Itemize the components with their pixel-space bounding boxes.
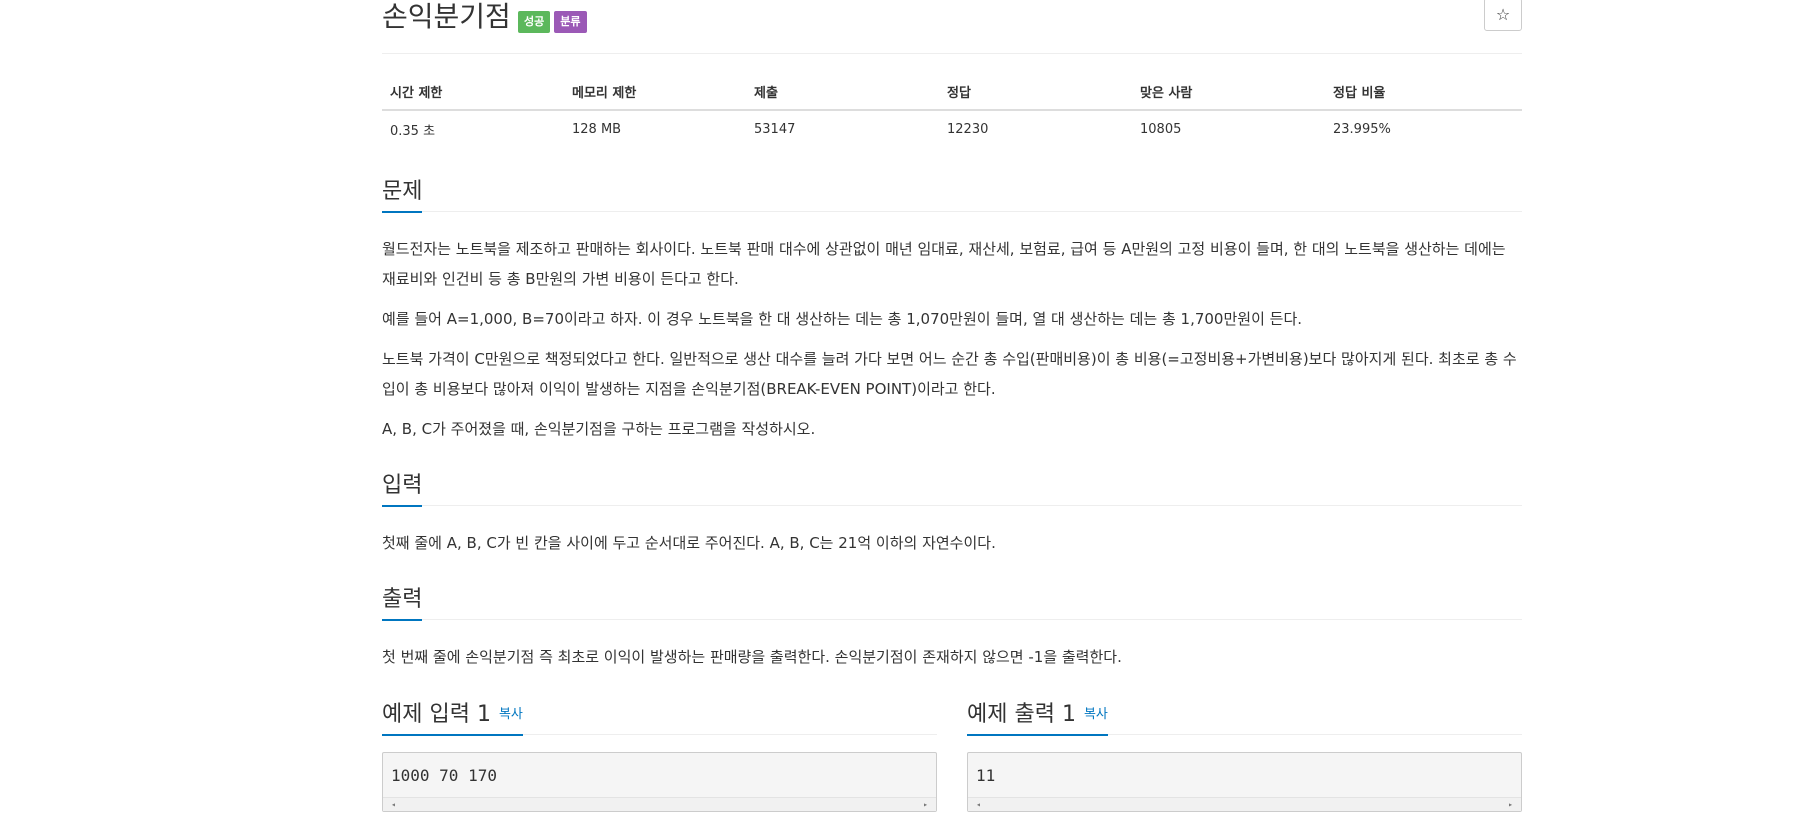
sample-output-headline: 예제 출력 1 복사 — [967, 698, 1522, 736]
sample-input-text: 1000 70 170 — [391, 766, 497, 785]
sample-output-copy-button[interactable]: 복사 — [1084, 707, 1108, 722]
input-heading: 입력 — [382, 471, 423, 507]
info-value-solved-users[interactable]: 10805 — [1132, 110, 1325, 148]
problem-paragraph: 예를 들어 A=1,000, B=70이라고 하자. 이 경우 노트북을 한 대… — [382, 310, 1303, 328]
problem-paragraph: 월드전자는 노트북을 제조하고 판매하는 회사이다. 노트북 판매 대수에 상관… — [382, 240, 1506, 288]
problem-labels: 성공 분류 — [518, 11, 587, 33]
info-header-accepted: 정답 — [939, 76, 1132, 111]
scroll-left-icon[interactable]: ◂ — [391, 800, 396, 809]
problem-heading: 문제 — [382, 177, 423, 213]
star-icon: ☆ — [1495, 5, 1511, 24]
output-section: 출력 첫 번째 줄에 손익분기점 즉 최초로 이익이 발생하는 판매량을 출력한… — [382, 583, 1522, 672]
problem-paragraph: A, B, C가 주어졌을 때, 손익분기점을 구하는 프로그램을 작성하시오. — [382, 420, 816, 438]
sample-input-title: 예제 입력 1 — [382, 702, 491, 727]
info-header-time-limit: 시간 제한 — [382, 76, 564, 111]
problem-paragraph: 노트북 가격이 C만원으로 책정되었다고 한다. 일반적으로 생산 대수를 늘려… — [382, 350, 1517, 398]
success-badge[interactable]: 성공 — [518, 11, 551, 33]
info-header-accept-ratio: 정답 비율 — [1325, 76, 1522, 111]
sample-input-scrollbar[interactable]: ◂ ▸ — [383, 797, 936, 811]
sample-input-code[interactable]: 1000 70 170 ◂ ▸ — [382, 752, 937, 812]
info-value-submissions[interactable]: 53147 — [746, 110, 939, 148]
input-section: 입력 첫째 줄에 A, B, C가 빈 칸을 사이에 두고 순서대로 주어진다.… — [382, 469, 1522, 558]
problem-section: 문제 월드전자는 노트북을 제조하고 판매하는 회사이다. 노트북 판매 대수에… — [382, 175, 1522, 444]
favorite-star-button[interactable]: ☆ — [1484, 0, 1522, 31]
classify-badge[interactable]: 분류 — [554, 11, 587, 33]
output-description: 첫 번째 줄에 손익분기점 즉 최초로 이익이 발생하는 판매량을 출력한다. … — [382, 648, 1122, 666]
info-value-memory-limit: 128 MB — [572, 122, 622, 137]
problem-info-table: 시간 제한 메모리 제한 제출 정답 맞은 사람 정답 비율 0.35 초 12… — [382, 76, 1522, 148]
problem-headline: 문제 — [382, 175, 1522, 213]
output-heading: 출력 — [382, 585, 423, 621]
scroll-right-icon[interactable]: ▸ — [923, 800, 928, 809]
sample-input-heading: 예제 입력 1 복사 — [382, 700, 523, 736]
output-headline: 출력 — [382, 583, 1522, 621]
info-header-submissions: 제출 — [746, 76, 939, 111]
info-header-solved-users: 맞은 사람 — [1132, 76, 1325, 111]
input-headline: 입력 — [382, 469, 1522, 507]
sample-output-code[interactable]: 11 ◂ ▸ — [967, 752, 1522, 812]
sample-input-copy-button[interactable]: 복사 — [499, 707, 523, 722]
info-value-row: 0.35 초 128 MB 53147 12230 10805 23.995% — [382, 110, 1522, 148]
sample-output-title: 예제 출력 1 — [967, 702, 1076, 727]
sample-output-text: 11 — [976, 766, 996, 785]
sample-output-box: 예제 출력 1 복사 11 ◂ ▸ — [967, 698, 1522, 812]
page-title: 손익분기점 — [382, 0, 511, 33]
sample-input-headline: 예제 입력 1 복사 — [382, 698, 937, 736]
sample-input-box: 예제 입력 1 복사 1000 70 170 ◂ ▸ — [382, 698, 937, 812]
info-header-row: 시간 제한 메모리 제한 제출 정답 맞은 사람 정답 비율 — [382, 76, 1522, 111]
scroll-left-icon[interactable]: ◂ — [976, 800, 981, 809]
problem-container: 손익분기점 성공 분류 ☆ 시간 제한 메모리 제한 제출 정답 맞은 사람 정… — [382, 0, 1522, 812]
info-value-accept-ratio: 23.995% — [1333, 122, 1391, 137]
sample-output-heading: 예제 출력 1 복사 — [967, 700, 1108, 736]
sample-output-scrollbar[interactable]: ◂ ▸ — [968, 797, 1521, 811]
info-header-memory-limit: 메모리 제한 — [564, 76, 746, 111]
info-value-accepted: 12230 — [947, 122, 989, 137]
problem-description: 월드전자는 노트북을 제조하고 판매하는 회사이다. 노트북 판매 대수에 상관… — [382, 234, 1522, 444]
info-value-time-limit: 0.35 초 — [390, 124, 436, 139]
scroll-right-icon[interactable]: ▸ — [1508, 800, 1513, 809]
title-row: 손익분기점 성공 분류 ☆ — [382, 0, 1522, 54]
input-description: 첫째 줄에 A, B, C가 빈 칸을 사이에 두고 순서대로 주어진다. A,… — [382, 534, 996, 552]
